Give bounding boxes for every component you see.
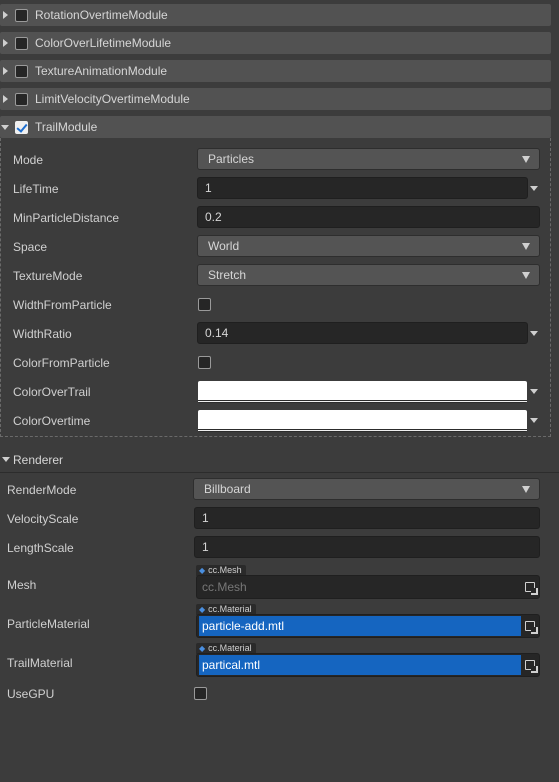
particle-material-value: particle-add.mtl: [199, 616, 521, 636]
color-over-trail-label: ColorOverTrail: [13, 385, 91, 399]
collapse-arrow-icon[interactable]: [2, 457, 10, 462]
color-overtime-label: ColorOvertime: [13, 414, 91, 428]
render-mode-label: RenderMode: [7, 483, 77, 497]
min-particle-distance-label: MinParticleDistance: [13, 211, 120, 225]
lifetime-label: LifeTime: [13, 182, 59, 196]
module-header-limit-velocity-overtime[interactable]: LimitVelocityOvertimeModule: [0, 88, 551, 110]
width-ratio-value: 0.14: [205, 326, 229, 340]
render-mode-value: Billboard: [204, 482, 251, 496]
mode-select[interactable]: Particles: [197, 148, 540, 170]
length-scale-input[interactable]: 1: [194, 536, 540, 558]
expand-arrow-icon[interactable]: [0, 60, 12, 82]
module-title: LimitVelocityOvertimeModule: [35, 92, 190, 106]
module-header-color-over-lifetime[interactable]: ColorOverLifetimeModule: [0, 32, 551, 54]
color-from-particle-checkbox[interactable]: [198, 356, 211, 369]
color-over-trail-swatch[interactable]: [198, 381, 527, 403]
expand-arrow-icon[interactable]: [0, 32, 12, 54]
mesh-asset-field[interactable]: cc.Mesh: [196, 575, 540, 599]
dropdown-arrow-icon: [522, 156, 530, 163]
module-title: ColorOverLifetimeModule: [35, 36, 172, 50]
mode-value: Particles: [208, 152, 255, 166]
texture-mode-select[interactable]: Stretch: [197, 264, 540, 286]
width-ratio-input[interactable]: 0.14: [197, 322, 528, 344]
renderer-section-title[interactable]: Renderer: [13, 453, 63, 467]
asset-picker-button[interactable]: [521, 577, 539, 597]
length-scale-label: LengthScale: [7, 541, 74, 555]
module-enable-checkbox[interactable]: [15, 36, 28, 50]
module-enable-checkbox[interactable]: [15, 8, 28, 22]
expand-arrow-icon[interactable]: [0, 4, 12, 26]
module-enable-checkbox[interactable]: [15, 64, 28, 78]
module-title: TextureAnimationModule: [35, 64, 168, 78]
velocity-scale-label: VelocityScale: [7, 512, 79, 526]
lifetime-input[interactable]: 1: [197, 177, 528, 199]
expand-arrow-icon[interactable]: [0, 88, 12, 110]
trail-material-value: partical.mtl: [199, 655, 521, 675]
module-header-rotation-overtime[interactable]: RotationOvertimeModule: [0, 4, 551, 26]
dropdown-arrow-icon: [522, 243, 530, 250]
module-header-trail[interactable]: TrailModule: [0, 116, 551, 138]
color-overtime-swatch[interactable]: [198, 410, 527, 432]
locate-asset-icon: [525, 660, 538, 673]
min-particle-distance-input[interactable]: 0.2: [197, 206, 540, 228]
space-value: World: [208, 239, 240, 253]
dropdown-arrow-icon: [522, 272, 530, 279]
asset-picker-button[interactable]: [521, 616, 539, 636]
asset-picker-button[interactable]: [521, 655, 539, 675]
trail-material-asset-field[interactable]: partical.mtl: [196, 653, 540, 677]
use-gpu-label: UseGPU: [7, 687, 55, 701]
curve-mode-dropdown-icon[interactable]: [530, 186, 538, 191]
color-mode-dropdown-icon[interactable]: [530, 418, 538, 423]
particle-material-asset-field[interactable]: particle-add.mtl: [196, 614, 540, 638]
velocity-scale-input[interactable]: 1: [194, 507, 540, 529]
color-from-particle-label: ColorFromParticle: [13, 356, 110, 370]
locate-asset-icon: [525, 582, 538, 595]
mesh-asset-placeholder: cc.Mesh: [202, 580, 247, 594]
module-header-texture-animation[interactable]: TextureAnimationModule: [0, 60, 551, 82]
curve-mode-dropdown-icon[interactable]: [530, 331, 538, 336]
velocity-scale-value: 1: [202, 511, 209, 525]
min-particle-distance-value: 0.2: [205, 210, 222, 224]
color-mode-dropdown-icon[interactable]: [530, 389, 538, 394]
locate-asset-icon: [525, 621, 538, 634]
space-select[interactable]: World: [197, 235, 540, 257]
module-title: RotationOvertimeModule: [35, 8, 168, 22]
mode-label: Mode: [13, 153, 44, 167]
particle-material-label: ParticleMaterial: [7, 617, 90, 631]
use-gpu-checkbox[interactable]: [194, 687, 207, 700]
dropdown-arrow-icon: [522, 486, 530, 493]
module-enable-checkbox[interactable]: [15, 120, 28, 134]
width-from-particle-label: WidthFromParticle: [13, 298, 112, 312]
width-ratio-label: WidthRatio: [13, 327, 72, 341]
space-label: Space: [13, 240, 48, 254]
collapse-arrow-icon[interactable]: [0, 116, 12, 138]
texture-mode-label: TextureMode: [13, 269, 83, 283]
render-mode-select[interactable]: Billboard: [193, 478, 540, 500]
section-divider: [0, 472, 559, 473]
lifetime-value: 1: [205, 181, 212, 195]
module-title: TrailModule: [35, 120, 98, 134]
width-from-particle-checkbox[interactable]: [198, 298, 211, 311]
texture-mode-value: Stretch: [208, 268, 247, 282]
module-enable-checkbox[interactable]: [15, 92, 28, 106]
mesh-label: Mesh: [7, 578, 37, 592]
length-scale-value: 1: [202, 540, 209, 554]
trail-material-label: TrailMaterial: [7, 656, 73, 670]
